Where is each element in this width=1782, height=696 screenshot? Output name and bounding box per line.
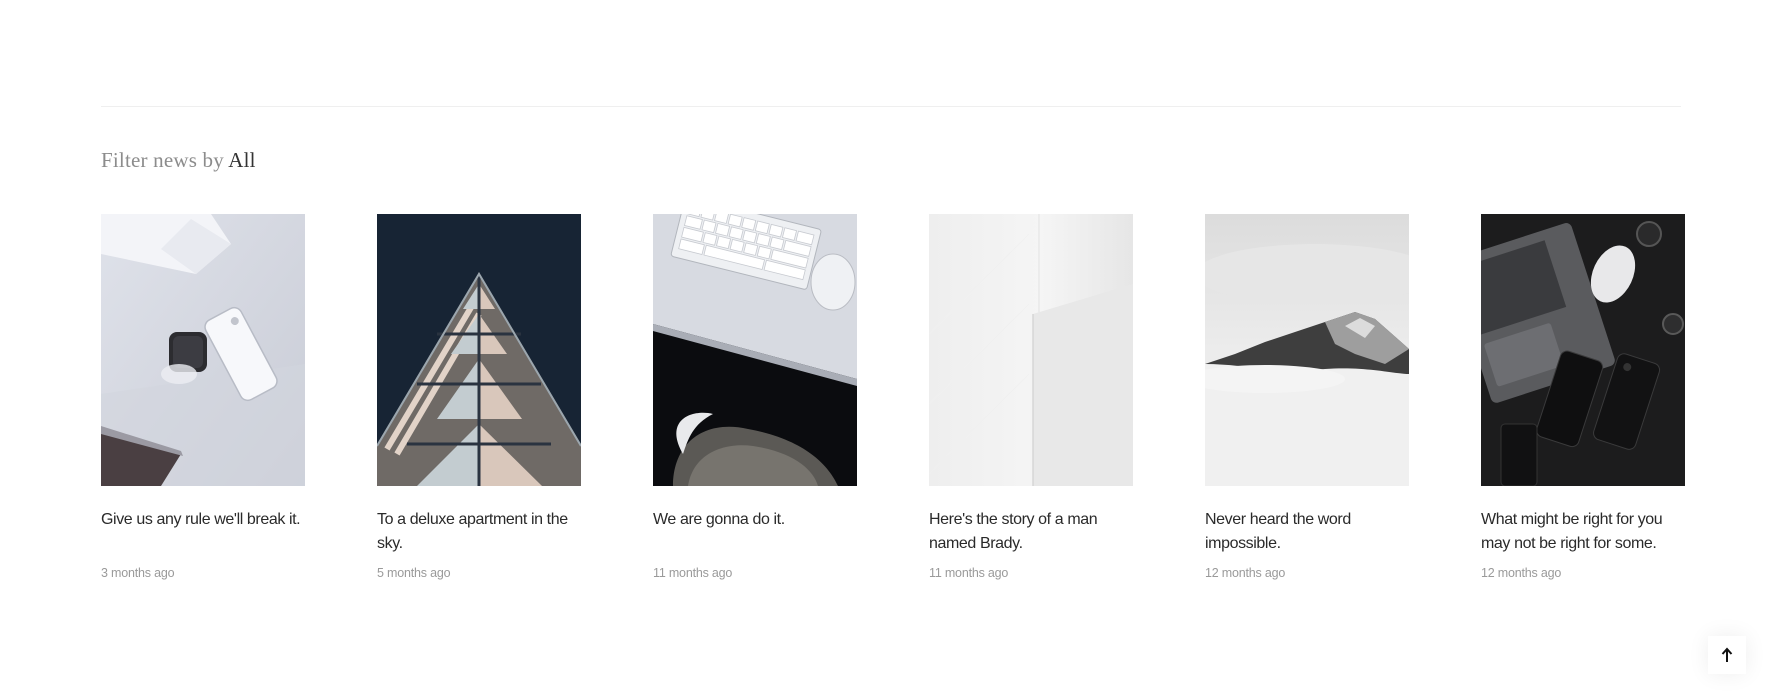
news-title[interactable]: Give us any rule we'll break it. (101, 508, 305, 556)
news-date: 11 months ago (929, 566, 1009, 580)
news-grid: Give us any rule we'll break it. 3 month… (101, 214, 1685, 594)
news-card[interactable]: We are gonna do it. 11 months ago (653, 214, 857, 580)
back-to-top-button[interactable] (1708, 636, 1746, 674)
news-title[interactable]: Never heard the word impossible. (1205, 508, 1409, 556)
news-title[interactable]: Here's the story of a man named Brady. (929, 508, 1133, 556)
news-card[interactable]: Never heard the word impossible. 12 mont… (1205, 214, 1409, 580)
arrow-up-icon (1721, 647, 1733, 662)
news-card[interactable]: To a deluxe apartment in the sky. 5 mont… (377, 214, 581, 580)
news-date: 12 months ago (1481, 566, 1562, 580)
snowy-mountain-photo[interactable] (1205, 214, 1409, 486)
news-date: 3 months ago (101, 566, 175, 580)
news-date: 11 months ago (653, 566, 733, 580)
news-card[interactable]: What might be right for you may not be r… (1481, 214, 1685, 580)
filter-label: Filter news by (101, 148, 224, 172)
building-facade-photo[interactable] (377, 214, 581, 486)
news-title[interactable]: We are gonna do it. (653, 508, 857, 556)
news-title[interactable]: To a deluxe apartment in the sky. (377, 508, 581, 556)
section-divider (101, 106, 1681, 107)
news-card[interactable]: Give us any rule we'll break it. 3 month… (101, 214, 305, 580)
white-wall-photo[interactable] (929, 214, 1133, 486)
news-title[interactable]: What might be right for you may not be r… (1481, 508, 1685, 556)
keyboard-mouse-desk-photo[interactable] (653, 214, 857, 486)
news-date: 12 months ago (1205, 566, 1286, 580)
dark-devices-photo[interactable] (1481, 214, 1685, 486)
devices-white-desk-photo[interactable] (101, 214, 305, 486)
filter-value-all[interactable]: All (228, 148, 255, 172)
news-card[interactable]: Here's the story of a man named Brady. 1… (929, 214, 1133, 580)
news-date: 5 months ago (377, 566, 451, 580)
news-filter: Filter news by All (101, 148, 256, 173)
